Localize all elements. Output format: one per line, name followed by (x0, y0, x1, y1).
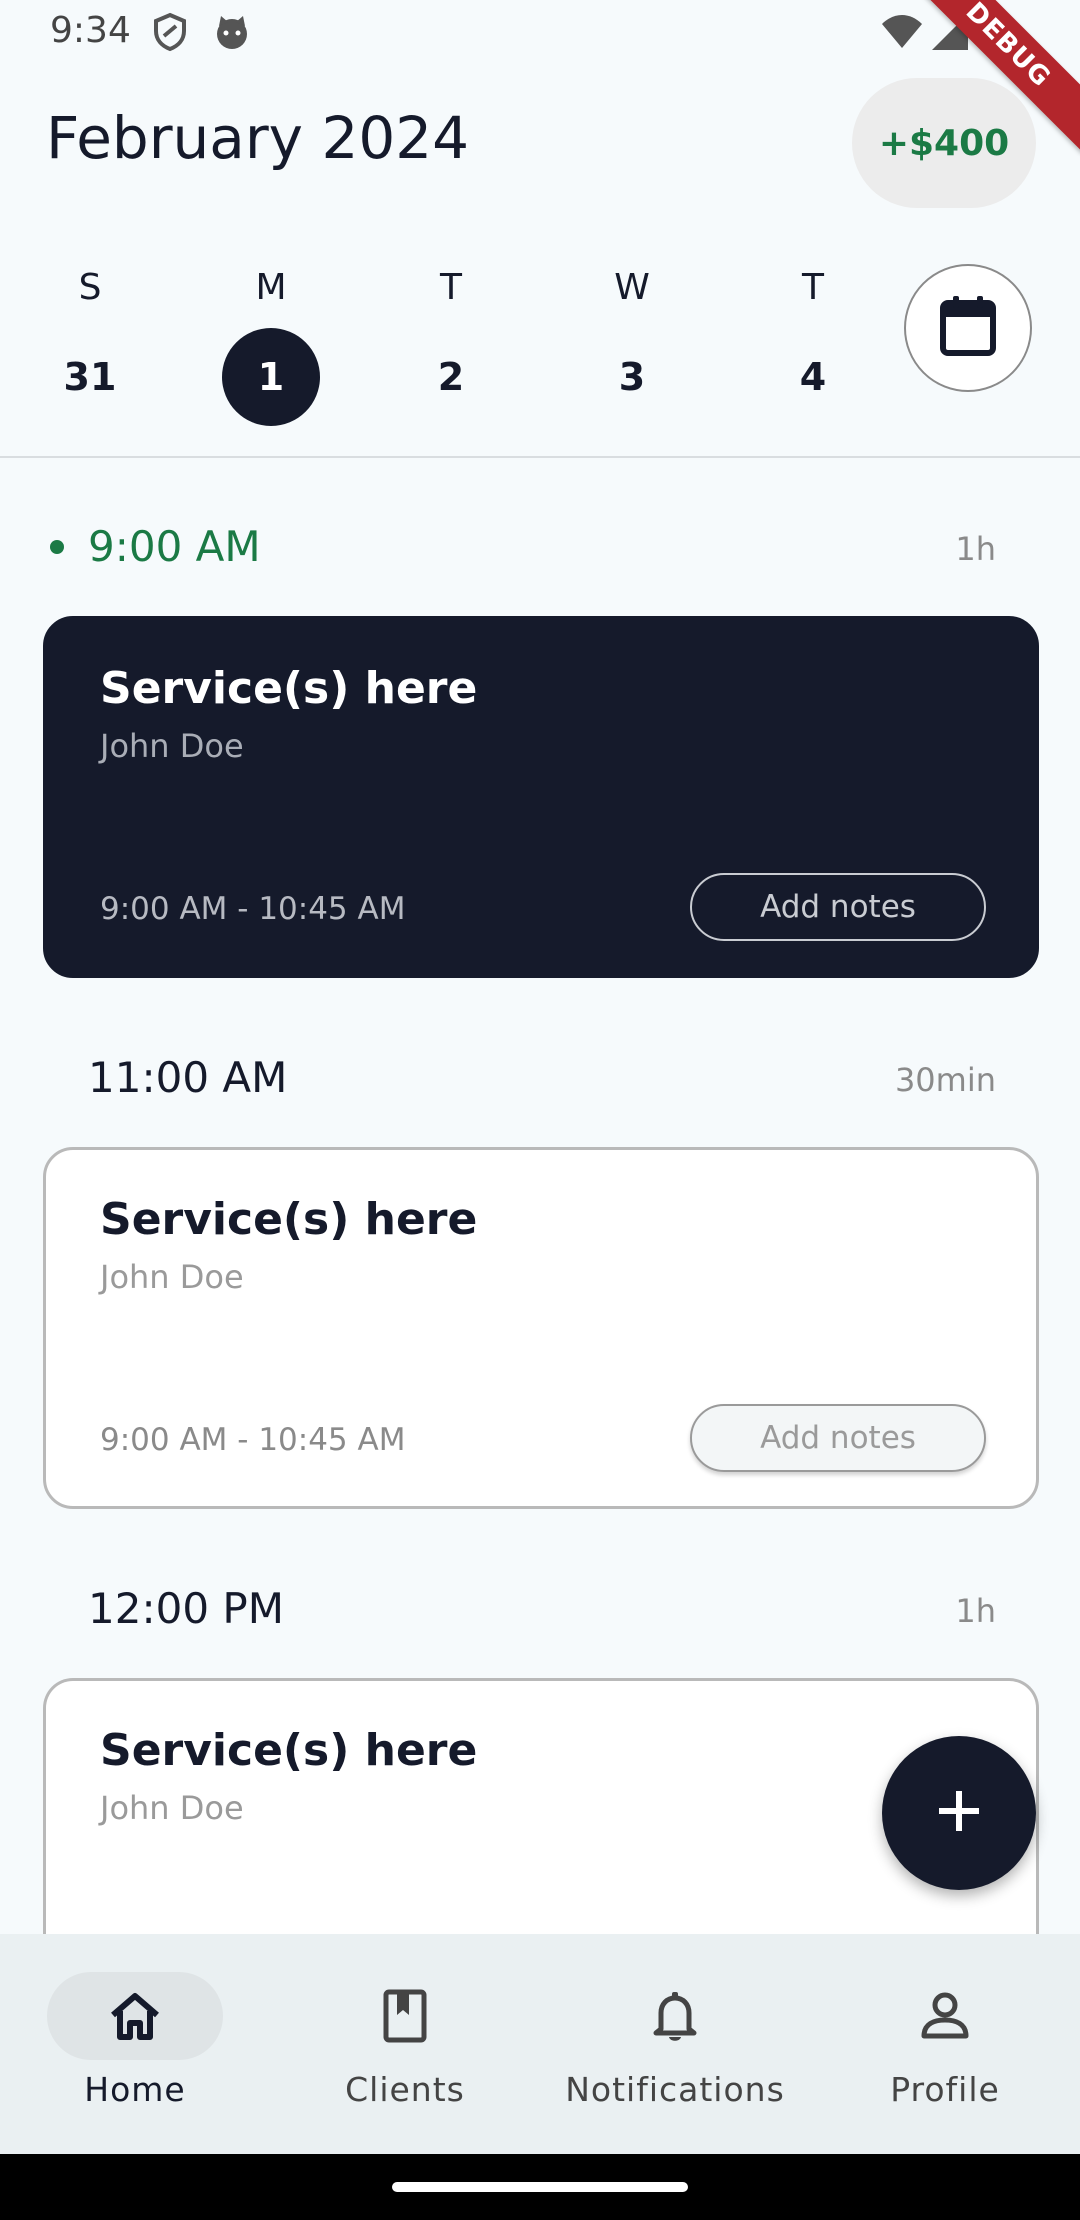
day-number: 1 (222, 328, 320, 426)
slot-time: 9:00 AM (88, 522, 261, 571)
appointment-time-range: 9:00 AM - 10:45 AM (100, 891, 406, 927)
nav-item-home[interactable]: Home (0, 1934, 270, 2154)
appointment-card[interactable]: Service(s) here John Doe 9:00 AM - 10:45… (43, 1147, 1039, 1509)
day-item[interactable]: S 31 (40, 262, 140, 426)
nav-item-notifications[interactable]: Notifications (540, 1934, 810, 2154)
status-bar: 9:34 (0, 0, 1080, 66)
day-letter: T (802, 267, 824, 308)
slot-time: 12:00 PM (88, 1584, 284, 1633)
person-icon (857, 1972, 1033, 2060)
earnings-chip[interactable]: +$400 (852, 78, 1036, 208)
wifi-icon (880, 12, 924, 56)
appointment-client: John Doe (100, 727, 244, 765)
day-item[interactable]: W 3 (582, 262, 682, 426)
nav-label: Clients (345, 2070, 465, 2109)
appointment-client: John Doe (100, 1258, 244, 1296)
bottom-navigation: Home Clients Notifications Profile (0, 1934, 1080, 2154)
day-letter: S (78, 267, 102, 308)
day-letter: M (255, 267, 287, 308)
book-icon (317, 1972, 493, 2060)
shield-icon (152, 12, 188, 56)
appointment-card[interactable]: Service(s) here John Doe 9:00 AM - 10:45… (43, 616, 1039, 978)
slot-header: 11:00 AM 30min (0, 1047, 1080, 1107)
day-number: 31 (63, 355, 117, 399)
day-number: 3 (618, 355, 646, 399)
plus-icon (937, 1789, 981, 1837)
appointment-service: Service(s) here (100, 663, 478, 714)
cat-icon (212, 12, 252, 56)
home-gesture-handle[interactable] (392, 2182, 688, 2192)
calendar-button[interactable] (904, 264, 1032, 392)
day-number: 2 (437, 355, 465, 399)
appointment-client: John Doe (100, 1789, 244, 1827)
nav-label: Home (84, 2070, 186, 2109)
slot-duration: 30min (894, 1061, 996, 1099)
day-item[interactable]: T 2 (401, 262, 501, 426)
slot-duration: 1h (955, 1592, 996, 1630)
add-appointment-button[interactable] (882, 1736, 1036, 1890)
status-time: 9:34 (50, 10, 131, 51)
appointment-service: Service(s) here (100, 1725, 478, 1776)
calendar-icon (939, 295, 997, 361)
nav-label: Profile (890, 2070, 1000, 2109)
header-divider (0, 456, 1080, 458)
page-title: February 2024 (46, 104, 470, 172)
home-icon (47, 1972, 223, 2060)
nav-item-profile[interactable]: Profile (810, 1934, 1080, 2154)
day-item-selected[interactable]: M 1 (221, 262, 321, 426)
current-slot-indicator (50, 540, 64, 554)
system-gesture-bar (0, 2154, 1080, 2220)
day-letter: T (440, 267, 462, 308)
bell-icon (587, 1972, 763, 2060)
add-notes-button[interactable]: Add notes (690, 1404, 986, 1472)
slot-time: 11:00 AM (88, 1053, 288, 1102)
nav-label: Notifications (565, 2070, 785, 2109)
nav-item-clients[interactable]: Clients (270, 1934, 540, 2154)
day-letter: W (614, 267, 650, 308)
day-number: 4 (799, 355, 827, 399)
appointment-service: Service(s) here (100, 1194, 478, 1245)
slot-header: 9:00 AM 1h (0, 516, 1080, 576)
add-notes-button[interactable]: Add notes (690, 873, 986, 941)
appointment-time-range: 9:00 AM - 10:45 AM (100, 1422, 406, 1458)
slot-header: 12:00 PM 1h (0, 1578, 1080, 1638)
slot-duration: 1h (955, 530, 996, 568)
day-item[interactable]: T 4 (763, 262, 863, 426)
